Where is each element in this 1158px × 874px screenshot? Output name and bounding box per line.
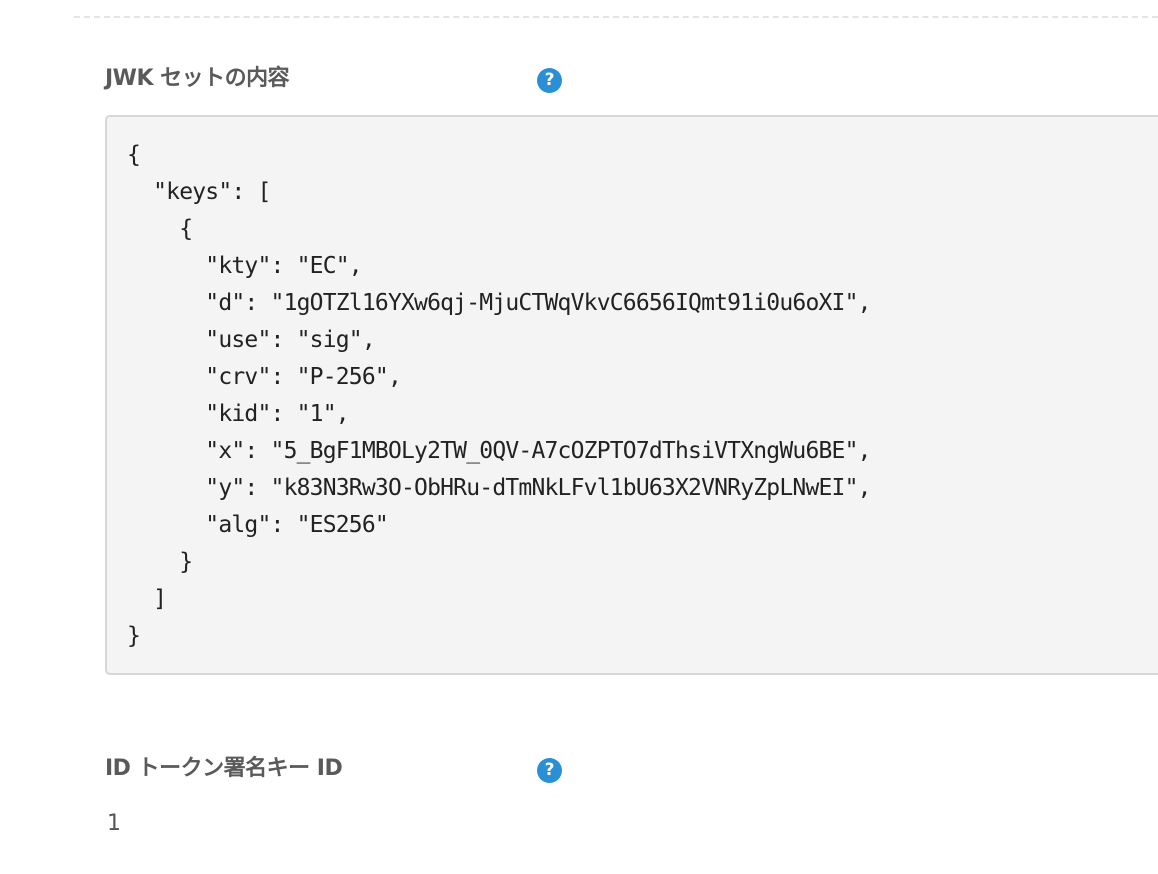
id-token-key-id-help-icon[interactable]: ? (537, 758, 562, 783)
jwk-set-content: { "keys": [ { "kty": "EC", "d": "1gOTZl1… (127, 142, 872, 649)
jwk-set-help-icon[interactable]: ? (537, 68, 562, 93)
id-token-key-id-label: ID トークン署名キー ID (105, 756, 343, 781)
section-divider (74, 16, 1158, 18)
id-token-key-id-value: 1 (107, 811, 121, 836)
jwk-set-content-box[interactable]: { "keys": [ { "kty": "EC", "d": "1gOTZl1… (105, 115, 1158, 675)
jwk-set-label: JWK セットの内容 (105, 66, 290, 91)
